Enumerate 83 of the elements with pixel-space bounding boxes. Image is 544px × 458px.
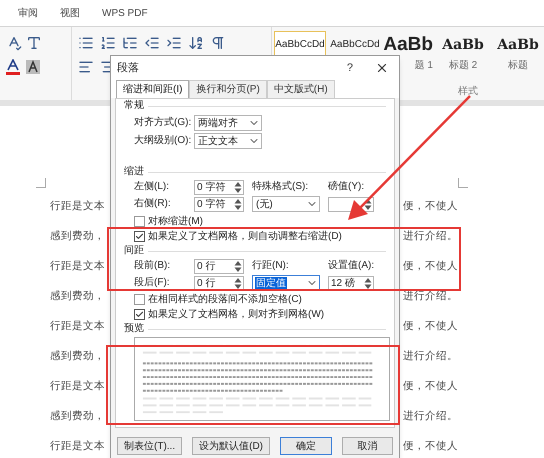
menu-tab[interactable]: 审阅 — [18, 6, 38, 21]
paragraph-mark-icon[interactable] — [210, 35, 226, 51]
checkbox-label: 如果定义了文档网格，则自动调整右缩进(D) — [148, 230, 342, 244]
checkbox[interactable] — [134, 231, 145, 242]
special-indent-select[interactable]: (无) — [252, 196, 320, 212]
document-text: 感到费劲， — [50, 229, 106, 244]
space-after-field[interactable]: 0 行 — [194, 276, 244, 290]
dialog-button[interactable]: 取消 — [342, 437, 393, 455]
field-label: 段前(B): — [134, 260, 172, 272]
space-before-field[interactable]: 0 行 — [194, 258, 244, 274]
checkbox-label: 对称缩进(M) — [148, 214, 203, 229]
alignment-select[interactable]: 两端对齐 — [194, 115, 262, 131]
document-text: 便，不使人 — [403, 319, 458, 334]
multilevel-list-icon[interactable] — [122, 35, 138, 51]
field-label: 右侧(R): — [134, 198, 172, 210]
document-text: 感到费劲， — [50, 409, 106, 424]
field-label: 行距(N): — [252, 260, 290, 272]
help-button[interactable]: ? — [346, 60, 353, 76]
section-heading: 缩进 — [124, 166, 144, 178]
document-text: 便，不使人 — [403, 379, 458, 394]
section-heading: 间距 — [124, 245, 144, 257]
document-text: 行距是文本 — [50, 259, 106, 274]
spinner-arrows-icon — [364, 198, 372, 210]
page-corner-mark — [36, 178, 46, 188]
style-preset[interactable]: AaBb 标题 — [492, 31, 544, 77]
page-corner-mark — [458, 178, 468, 188]
document-text: 便，不使人 — [403, 259, 458, 274]
left-indent-field[interactable]: 0 字符 — [194, 180, 244, 194]
align-left-icon[interactable] — [78, 59, 94, 75]
field-label: 左侧(L): — [134, 181, 170, 193]
bullet-list-icon[interactable] — [78, 35, 94, 51]
dialog-title: 段落 — [117, 60, 140, 76]
document-text: 进行介绍。 — [403, 229, 458, 244]
line-spacing-value-field[interactable]: 12 磅 — [328, 276, 374, 290]
document-text: 行距是文本 — [50, 319, 106, 334]
dialog-tab[interactable]: 中文版式(H) — [266, 80, 335, 98]
field-label: 磅值(Y): — [328, 181, 366, 193]
numbered-list-icon[interactable] — [100, 35, 116, 51]
decrease-indent-icon[interactable] — [144, 35, 160, 51]
field-label: 段后(F): — [134, 277, 171, 289]
group-label: 样式 — [458, 84, 478, 99]
menu-tab[interactable]: 视图 — [60, 6, 80, 21]
dialog-tab[interactable]: 缩进和间距(I) — [116, 80, 190, 98]
checkbox[interactable] — [134, 294, 145, 305]
checkbox-label: 如果定义了文档网格，则对齐到网格(W) — [148, 308, 324, 322]
document-text: 便，不使人 — [403, 439, 458, 454]
close-icon[interactable] — [375, 61, 389, 75]
font-color-icon[interactable] — [6, 59, 20, 75]
menu-tab[interactable]: WPS PDF — [102, 6, 148, 21]
dialog-button[interactable]: 确定 — [280, 437, 332, 455]
spinner-arrows-icon — [234, 260, 242, 272]
spinner-arrows-icon — [364, 278, 372, 288]
checkbox[interactable] — [134, 216, 145, 227]
right-indent-field[interactable]: 0 字符 — [194, 196, 244, 212]
document-text: 行距是文本 — [50, 439, 106, 454]
style-preset[interactable]: AaBb 标题 2 — [437, 31, 489, 77]
spinner-arrows-icon — [234, 182, 242, 192]
field-label: 对齐方式(G): — [134, 117, 192, 129]
spinner-arrows-icon — [234, 198, 242, 210]
document-text: 进行介绍。 — [403, 409, 458, 424]
dialog-tab[interactable]: 换行和分页(P) — [189, 80, 267, 98]
dialog-button[interactable]: 设为默认值(D) — [192, 437, 270, 455]
document-text: 进行介绍。 — [403, 289, 458, 304]
field-label: 设置值(A): — [328, 260, 376, 272]
checkbox-label: 在相同样式的段落间不添加空格(C) — [148, 292, 302, 307]
outline-level-select[interactable]: 正文文本 — [194, 133, 262, 149]
field-label: 大纲级别(O): — [134, 135, 192, 147]
field-label: 特殊格式(S): — [252, 181, 310, 193]
section-heading: 常规 — [124, 100, 144, 112]
section-heading: 预览 — [124, 323, 144, 335]
document-text: 感到费劲， — [50, 289, 106, 304]
document-text: 便，不使人 — [403, 199, 458, 214]
sort-icon[interactable] — [188, 35, 204, 51]
highlight-icon[interactable] — [26, 60, 40, 74]
spinner-arrows-icon — [234, 278, 242, 288]
increase-indent-icon[interactable] — [166, 35, 182, 51]
document-text: 进行介绍。 — [403, 349, 458, 364]
document-text: 行距是文本 — [50, 199, 106, 214]
text-icon[interactable] — [26, 35, 42, 51]
document-text: 感到费劲， — [50, 349, 106, 364]
dialog-button[interactable]: 制表位(T)... — [117, 437, 182, 455]
document-text: 行距是文本 — [50, 379, 106, 394]
checkbox[interactable] — [134, 309, 145, 320]
